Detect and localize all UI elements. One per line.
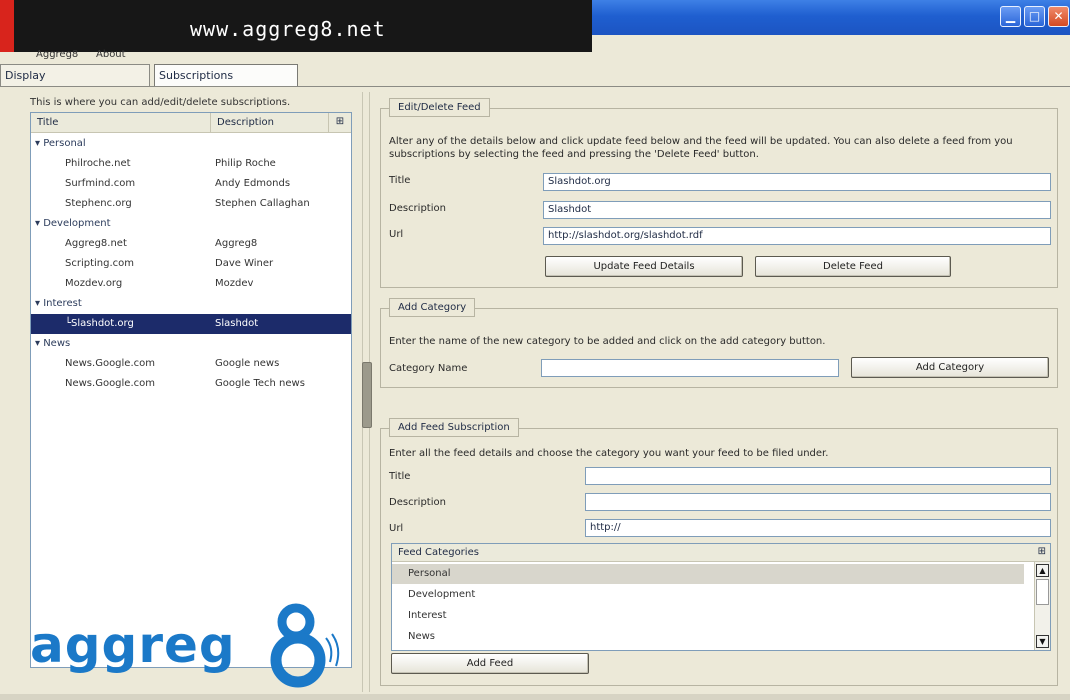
- add-category-group: Add Category Enter the name of the new c…: [380, 298, 1058, 388]
- add-title-field[interactable]: [585, 467, 1051, 485]
- scroll-down-icon[interactable]: ▼: [1036, 635, 1049, 648]
- tree-row-title: ▾ Personal: [35, 138, 86, 149]
- edit-description-label: Description: [389, 203, 446, 214]
- url-banner-text: www.aggreg8.net: [190, 17, 386, 41]
- tree-header: Title Description ⊞: [31, 113, 351, 133]
- maximize-button[interactable]: □: [1024, 6, 1045, 27]
- update-feed-button[interactable]: Update Feed Details: [545, 256, 743, 277]
- feed-category-item[interactable]: Interest: [392, 606, 1024, 626]
- add-url-label: Url: [389, 523, 404, 534]
- tree-feed-row[interactable]: News.Google.com Google news: [31, 354, 351, 374]
- menu-item-about[interactable]: About: [96, 49, 126, 60]
- edit-feed-legend: Edit/Delete Feed: [389, 98, 490, 117]
- tree-row-title: Surfmind.com: [65, 178, 136, 189]
- scroll-up-icon[interactable]: ▲: [1036, 564, 1049, 577]
- feed-category-item[interactable]: Personal: [392, 564, 1024, 584]
- edit-description-field[interactable]: Slashdot: [543, 201, 1051, 219]
- tree-feed-row[interactable]: Surfmind.com Andy Edmonds: [31, 174, 351, 194]
- column-picker-icon[interactable]: ⊞: [329, 113, 351, 133]
- tree-category-row[interactable]: ▾ Personal: [31, 134, 351, 154]
- tree-row-title: ▾ Development: [35, 218, 111, 229]
- tab-display[interactable]: Display: [0, 64, 150, 86]
- tree-feed-row[interactable]: Aggreg8.net Aggreg8: [31, 234, 351, 254]
- category-scrollbar[interactable]: ▲ ▼: [1034, 562, 1050, 650]
- tree-row-title: ▾ News: [35, 338, 71, 349]
- edit-url-field[interactable]: http://slashdot.org/slashdot.rdf: [543, 227, 1051, 245]
- tree-feed-row[interactable]: News.Google.com Google Tech news: [31, 374, 351, 394]
- close-button[interactable]: ✕: [1048, 6, 1069, 27]
- tree-row-title: Aggreg8.net: [65, 238, 127, 249]
- tree-row-title: Philroche.net: [65, 158, 131, 169]
- tree-row-title: Scripting.com: [65, 258, 135, 269]
- tree-row-description: Stephen Callaghan: [215, 198, 310, 209]
- add-url-field[interactable]: http://: [585, 519, 1051, 537]
- tree-row-title: Stephenc.org: [65, 198, 132, 209]
- tree-category-row[interactable]: ▾ News: [31, 334, 351, 354]
- logo-8-icon: [270, 603, 340, 688]
- tree-row-description: Andy Edmonds: [215, 178, 291, 189]
- delete-feed-button[interactable]: Delete Feed: [755, 256, 951, 277]
- subscriptions-pane: This is where you can add/edit/delete su…: [26, 92, 356, 692]
- column-picker-icon[interactable]: ⊞: [1038, 546, 1046, 557]
- scroll-thumb[interactable]: [1036, 579, 1049, 605]
- subscription-tree[interactable]: Title Description ⊞ ▾ Personal Philroche.…: [30, 112, 352, 668]
- tree-row-description: Google news: [215, 358, 280, 369]
- column-header-title[interactable]: Title: [31, 113, 211, 133]
- edit-url-label: Url: [389, 229, 404, 240]
- edit-title-field[interactable]: Slashdot.org: [543, 173, 1051, 191]
- add-description-label: Description: [389, 497, 446, 508]
- tree-row-title: News.Google.com: [65, 358, 155, 369]
- aggreg8-logo: aggreg: [26, 592, 356, 692]
- tree-feed-row[interactable]: Stephenc.org Stephen Callaghan: [31, 194, 351, 214]
- add-category-legend: Add Category: [389, 298, 476, 317]
- add-feed-description: Enter all the feed details and choose th…: [389, 448, 829, 459]
- category-name-field[interactable]: [541, 359, 839, 377]
- menu-bar: Aggreg8 About: [0, 49, 1070, 64]
- column-header-description[interactable]: Description: [211, 113, 329, 133]
- edit-feed-description: Alter any of the details below and click…: [389, 136, 1013, 160]
- window-bottom-edge: [0, 694, 1070, 700]
- tree-row-description: Aggreg8: [215, 238, 258, 249]
- add-feed-legend: Add Feed Subscription: [389, 418, 519, 437]
- red-accent-tab: [0, 0, 14, 52]
- tree-row-description: Dave Winer: [215, 258, 274, 269]
- add-category-button[interactable]: Add Category: [851, 357, 1049, 378]
- add-category-description: Enter the name of the new category to be…: [389, 336, 826, 347]
- tree-category-row[interactable]: ▾ Interest: [31, 294, 351, 314]
- tab-subscriptions[interactable]: Subscriptions: [154, 64, 298, 86]
- feed-category-header: Feed Categories ⊞: [392, 544, 1050, 562]
- add-description-field[interactable]: [585, 493, 1051, 511]
- add-feed-button[interactable]: Add Feed: [391, 653, 589, 674]
- feed-category-list[interactable]: Feed Categories ⊞ Personal Development Int…: [391, 543, 1051, 651]
- url-banner: www.aggreg8.net: [0, 0, 592, 52]
- feed-category-item[interactable]: News: [392, 627, 1024, 647]
- edit-feed-group: Edit/Delete Feed Alter any of the detail…: [380, 98, 1058, 288]
- tree-category-row[interactable]: ▾ Development: [31, 214, 351, 234]
- tree-row-title: └Slashdot.org: [65, 318, 134, 329]
- category-name-label: Category Name: [389, 363, 468, 374]
- tree-feed-row[interactable]: └Slashdot.org Slashdot: [31, 314, 351, 334]
- add-feed-group: Add Feed Subscription Enter all the feed…: [380, 418, 1058, 686]
- tree-row-description: Slashdot: [215, 318, 259, 329]
- tree-row-title: Mozdev.org: [65, 278, 123, 289]
- edit-title-label: Title: [389, 175, 411, 186]
- tree-row-title: ▾ Interest: [35, 298, 82, 309]
- minimize-button[interactable]: ▁: [1000, 6, 1021, 27]
- tree-row-title: News.Google.com: [65, 378, 155, 389]
- tree-row-description: Philip Roche: [215, 158, 276, 169]
- splitter-grip[interactable]: [362, 362, 372, 428]
- tab-divider: [0, 86, 1070, 87]
- feed-category-item[interactable]: Development: [392, 585, 1024, 605]
- menu-item-aggreg8[interactable]: Aggreg8: [36, 49, 78, 60]
- tree-row-description: Google Tech news: [215, 378, 305, 389]
- add-title-label: Title: [389, 471, 411, 482]
- tree-row-description: Mozdev: [215, 278, 254, 289]
- tree-feed-row[interactable]: Scripting.com Dave Winer: [31, 254, 351, 274]
- tree-feed-row[interactable]: Philroche.net Philip Roche: [31, 154, 351, 174]
- feed-category-header-label: Feed Categories: [398, 547, 479, 558]
- subscriptions-hint: This is where you can add/edit/delete su…: [30, 97, 291, 108]
- tree-feed-row[interactable]: Mozdev.org Mozdev: [31, 274, 351, 294]
